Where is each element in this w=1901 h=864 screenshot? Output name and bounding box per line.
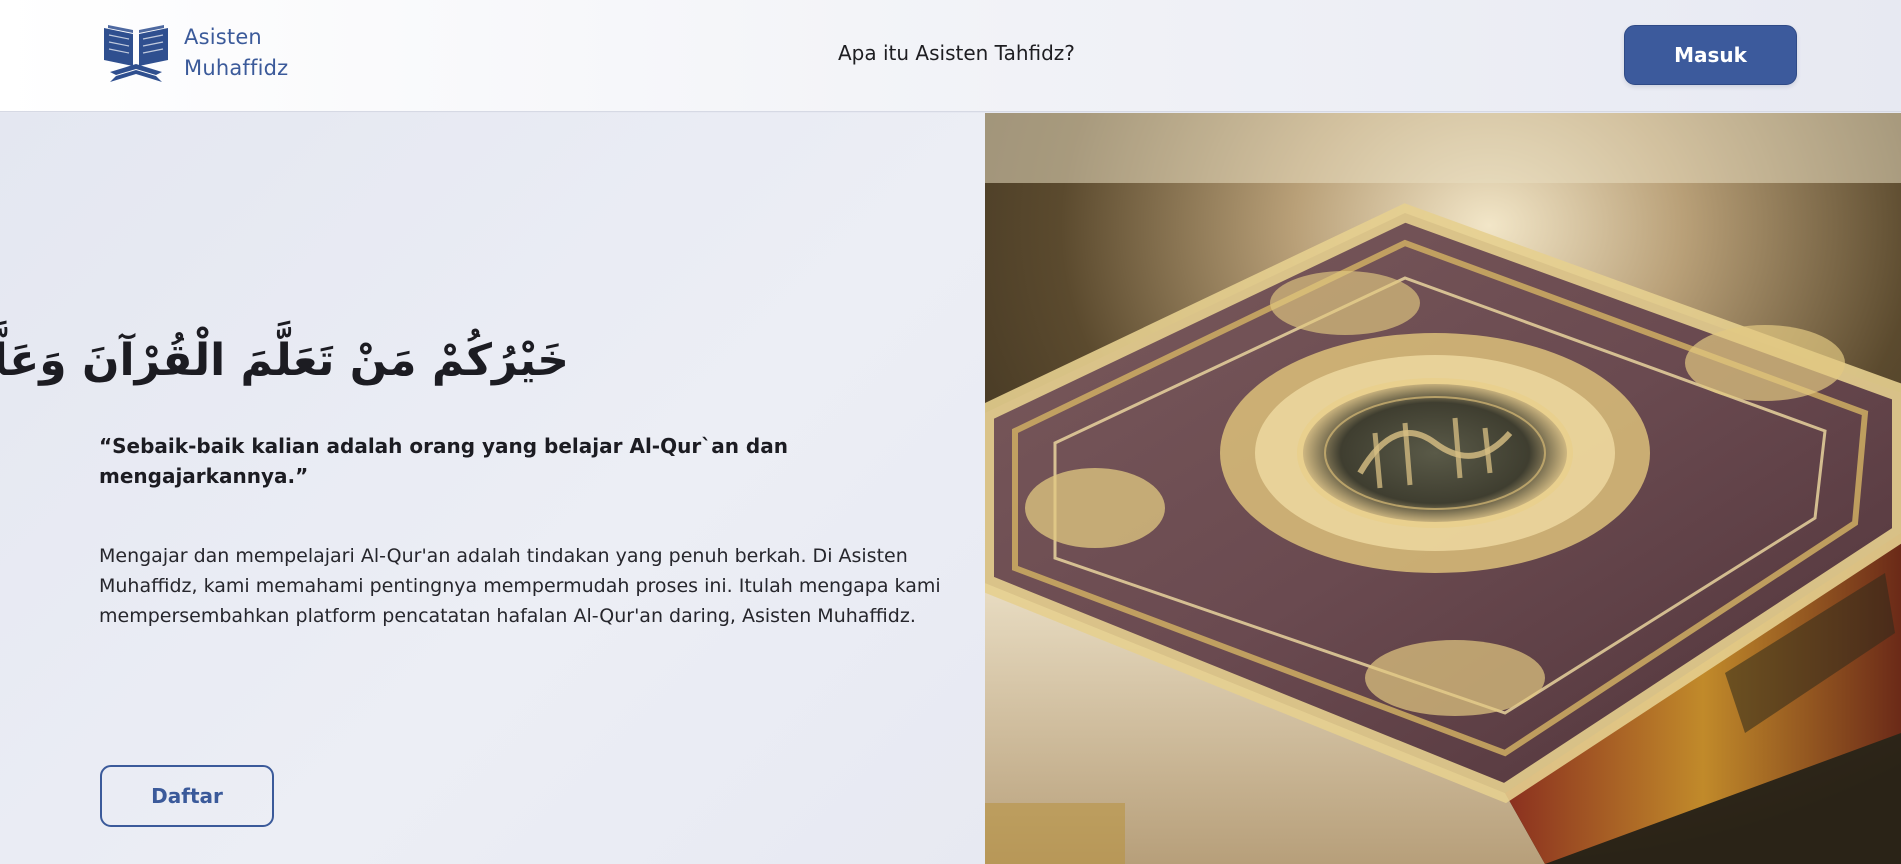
- navbar: Asisten Muhaffidz Apa itu Asisten Tahfid…: [0, 0, 1901, 112]
- quran-book-photo: [985, 113, 1901, 864]
- brand-name: Asisten Muhaffidz: [184, 22, 288, 84]
- hero-description: Mengajar dan mempelajari Al-Qur'an adala…: [99, 545, 941, 627]
- brand-logo-link[interactable]: Asisten Muhaffidz: [102, 22, 288, 84]
- nav-link-about[interactable]: Apa itu Asisten Tahfidz?: [838, 41, 1075, 65]
- login-button[interactable]: Masuk: [1624, 25, 1797, 85]
- register-button[interactable]: Daftar: [100, 765, 274, 827]
- open-quran-book-icon: [104, 25, 168, 82]
- hero-quote: “Sebaik-baik kalian adalah orang yang be…: [99, 434, 788, 488]
- brand-name-line2: Muhaffidz: [184, 56, 289, 80]
- brand-name-line1: Asisten: [184, 25, 262, 49]
- quran-book-illustration: [985, 113, 1901, 864]
- arabic-verse: خَيْرُكُمْ مَنْ تَعَلَّمَ الْقُرْآنَ وَع…: [0, 335, 569, 386]
